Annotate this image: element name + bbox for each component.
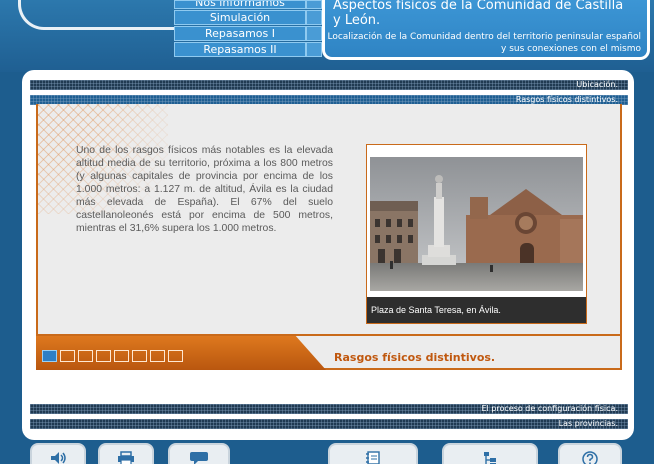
section-tab-provincias[interactable]: Las provincias. [30,419,628,429]
page-button-2[interactable] [60,350,75,362]
nav-item-simulacion[interactable]: Simulación [174,10,306,25]
bottom-toolbar [0,437,654,464]
page-button-8[interactable] [168,350,183,362]
section-tab-configuracion-fisica[interactable]: El proceso de configuración física. [30,404,628,414]
section-tab-ubicacion[interactable]: Ubicación. [30,80,628,90]
nav-gutter-cell [306,26,322,41]
nav-item-nos-informamos[interactable]: Nos informamos [174,0,306,9]
print-icon [118,451,134,464]
pager [42,350,183,362]
help-icon [582,451,598,464]
nav-item-repasamos-2[interactable]: Repasamos II [174,42,306,57]
page-title: Aspectos físicos de la Comunidad de Cast… [333,0,624,28]
photo-plaza-santa-teresa [370,157,583,291]
page-button-4[interactable] [96,350,111,362]
page-button-1[interactable] [42,350,57,362]
band-topline [36,334,622,336]
nav-item-repasamos-1[interactable]: Repasamos I [174,26,306,41]
page-button-7[interactable] [150,350,165,362]
body-text: Uno de los rasgos físicos más notables e… [76,145,333,234]
notebook-icon [366,451,380,464]
print-button[interactable] [98,443,154,464]
page-button-5[interactable] [114,350,129,362]
audio-button[interactable] [30,443,86,464]
band-title: Rasgos físicos distintivos. [334,351,496,364]
content-area: Uno de los rasgos físicos más notables e… [36,104,622,370]
outline-button[interactable] [442,443,538,464]
decorative-curve [18,0,188,30]
subtitle-line-1: Localización de la Comunidad dentro del … [327,32,641,42]
nav-gutter [306,0,322,58]
page-button-3[interactable] [78,350,93,362]
tree-outline-icon [484,452,496,464]
photo-illustration [370,157,583,291]
header-box: Aspectos físicos de la Comunidad de Cast… [322,0,650,60]
nav-gutter-cell [306,42,322,57]
help-button[interactable] [558,443,622,464]
nav-gutter-cell [306,10,322,25]
page-subtitle: Localización de la Comunidad dentro del … [323,31,641,55]
photo-caption: Plaza de Santa Teresa, en Ávila. [367,297,586,323]
speech-bubble-icon [190,452,208,464]
speaker-icon [51,452,66,464]
subtitle-line-2: y sus conexiones con el mismo [501,44,641,54]
photo-frame: Plaza de Santa Teresa, en Ávila. [366,144,587,324]
notebook-button[interactable] [328,443,418,464]
comment-button[interactable] [168,443,230,464]
bottom-band: Rasgos físicos distintivos. [36,334,622,370]
nav-gutter-cell [306,0,322,9]
nav-menu: Nos informamos Simulación Repasamos I Re… [174,0,306,58]
page-button-6[interactable] [132,350,147,362]
